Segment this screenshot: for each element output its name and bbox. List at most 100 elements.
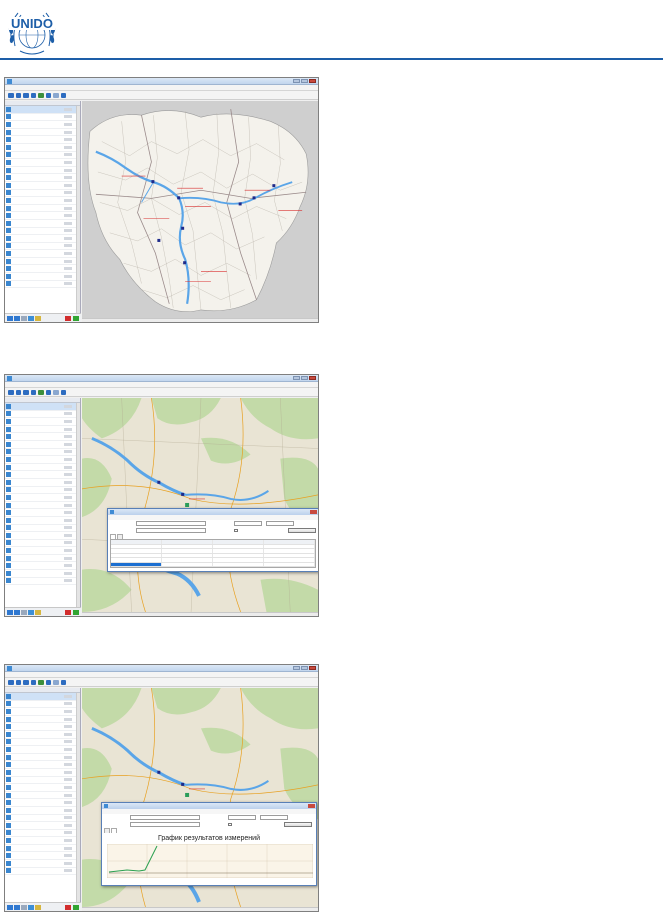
move-down-icon[interactable]: [14, 316, 20, 321]
date-from-field[interactable]: [228, 815, 256, 820]
layer-row[interactable]: [5, 411, 80, 419]
layer-row[interactable]: [5, 197, 80, 205]
add-layer-icon[interactable]: [73, 610, 79, 615]
minimize-icon[interactable]: [293, 666, 300, 670]
layer-row[interactable]: [5, 784, 80, 792]
layer-row[interactable]: [5, 815, 80, 823]
print-icon[interactable]: [53, 92, 59, 98]
checkbox[interactable]: [234, 528, 238, 532]
tab-table[interactable]: [110, 534, 116, 539]
layer-row[interactable]: [5, 464, 80, 472]
layer-row[interactable]: [5, 570, 80, 578]
layer-row[interactable]: [5, 852, 80, 861]
layer-row[interactable]: [5, 693, 80, 701]
layer-row[interactable]: [5, 114, 80, 122]
layer-row[interactable]: [5, 517, 80, 525]
layer-row[interactable]: [5, 190, 80, 198]
minimize-icon[interactable]: [293, 79, 300, 83]
layer-row[interactable]: [5, 243, 80, 251]
tab-chart[interactable]: [111, 828, 117, 833]
info-icon[interactable]: [60, 679, 66, 685]
layers-icon[interactable]: [45, 389, 51, 395]
checkbox[interactable]: [228, 822, 232, 826]
layer-row[interactable]: [5, 250, 80, 258]
layer-row[interactable]: [5, 731, 80, 739]
layer-row[interactable]: [5, 441, 80, 449]
zoom-in-icon[interactable]: [23, 92, 29, 98]
layer-row[interactable]: [5, 258, 80, 266]
minimize-icon[interactable]: [293, 376, 300, 380]
pointer-tool-icon[interactable]: [8, 679, 14, 685]
layer-row[interactable]: [5, 578, 80, 586]
layer-row[interactable]: [5, 121, 80, 129]
layer-row[interactable]: [5, 540, 80, 548]
date-to-field[interactable]: [266, 521, 294, 526]
layer-row[interactable]: [5, 433, 80, 441]
layer-row[interactable]: [5, 273, 80, 281]
close-icon[interactable]: [309, 79, 316, 83]
print-icon[interactable]: [53, 679, 59, 685]
globe-icon[interactable]: [28, 610, 34, 615]
layer-row[interactable]: [5, 708, 80, 716]
layer-row[interactable]: [5, 799, 80, 807]
layer-row[interactable]: [5, 129, 80, 137]
draw-line-icon[interactable]: [30, 679, 36, 685]
layer-row[interactable]: [5, 845, 80, 853]
layers-scrollbar[interactable]: [76, 693, 80, 902]
measure-icon[interactable]: [38, 679, 44, 685]
layer-row[interactable]: [5, 174, 80, 182]
parameter-select[interactable]: [136, 528, 206, 533]
date-to-field[interactable]: [260, 815, 288, 820]
layer-row[interactable]: [5, 525, 80, 533]
globe-icon[interactable]: [28, 905, 34, 910]
layer-row[interactable]: [5, 418, 80, 426]
show-button[interactable]: [284, 822, 312, 827]
pointer-tool-icon[interactable]: [8, 389, 14, 395]
delete-layer-icon[interactable]: [65, 610, 71, 615]
show-button[interactable]: [288, 528, 316, 533]
maximize-icon[interactable]: [301, 666, 308, 670]
add-layer-icon[interactable]: [73, 905, 79, 910]
layer-row[interactable]: [5, 449, 80, 457]
tab-chart[interactable]: [117, 534, 123, 539]
layer-row[interactable]: [5, 494, 80, 502]
layer-row[interactable]: [5, 723, 80, 731]
layer-row[interactable]: [5, 739, 80, 747]
zoom-in-icon[interactable]: [23, 389, 29, 395]
folder-icon[interactable]: [35, 316, 41, 321]
parameter-select[interactable]: [130, 822, 200, 827]
layers-icon[interactable]: [45, 92, 51, 98]
layer-row[interactable]: [5, 456, 80, 464]
layer-row[interactable]: [5, 136, 80, 144]
zoom-in-icon[interactable]: [23, 679, 29, 685]
move-up-icon[interactable]: [7, 610, 13, 615]
layer-row[interactable]: [5, 205, 80, 213]
layer-row[interactable]: [5, 837, 80, 845]
layer-row[interactable]: [5, 701, 80, 709]
layer-row[interactable]: [5, 509, 80, 517]
move-down-icon[interactable]: [14, 905, 20, 910]
layer-row[interactable]: [5, 716, 80, 724]
move-up-icon[interactable]: [7, 905, 13, 910]
dialog-close-icon[interactable]: [308, 804, 315, 808]
layer-row[interactable]: [5, 106, 80, 114]
map-view[interactable]: [82, 398, 318, 612]
info-icon[interactable]: [60, 389, 66, 395]
layer-row[interactable]: [5, 152, 80, 160]
delete-layer-icon[interactable]: [65, 905, 71, 910]
pan-tool-icon[interactable]: [15, 389, 21, 395]
layer-row[interactable]: [5, 265, 80, 274]
measure-icon[interactable]: [38, 389, 44, 395]
table-row-selected[interactable]: [111, 562, 315, 567]
table-icon[interactable]: [21, 316, 27, 321]
layer-row[interactable]: [5, 228, 80, 236]
layer-row[interactable]: [5, 769, 80, 777]
layer-row[interactable]: [5, 220, 80, 228]
layer-row[interactable]: [5, 868, 80, 876]
table-icon[interactable]: [21, 905, 27, 910]
layers-scrollbar[interactable]: [76, 403, 80, 607]
layer-row[interactable]: [5, 487, 80, 495]
print-icon[interactable]: [53, 389, 59, 395]
maximize-icon[interactable]: [301, 79, 308, 83]
layer-row[interactable]: [5, 777, 80, 785]
